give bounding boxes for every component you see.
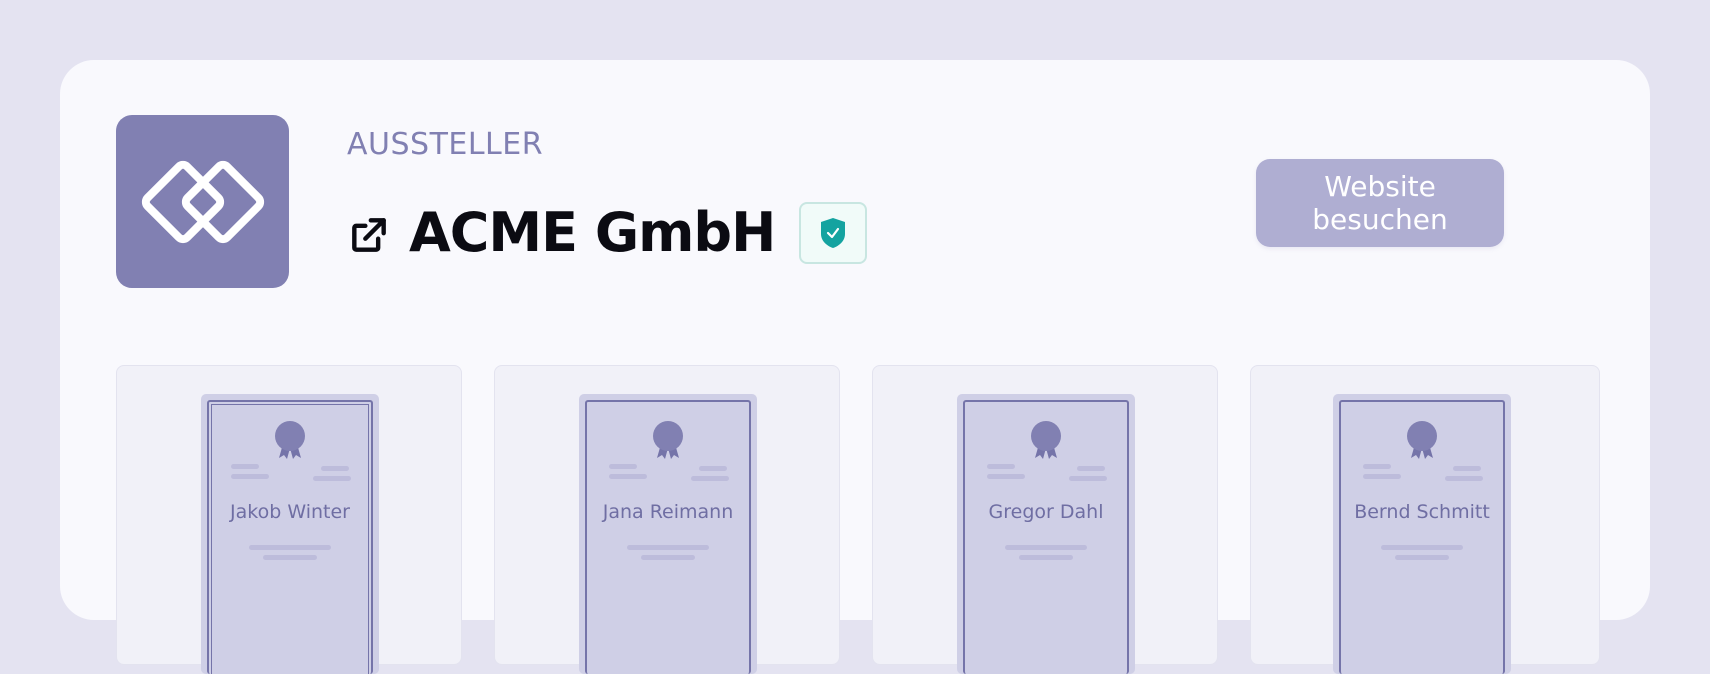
issuer-eyebrow: AUSSTELLER [347, 127, 544, 162]
certificate-grid: Jakob Winter Jana Reimann Gregor Dahl Be… [116, 365, 1600, 674]
certificate-recipient: Bernd Schmitt [1354, 501, 1490, 523]
visit-website-button[interactable]: Website besuchen [1256, 159, 1504, 247]
issuer-card: AUSSTELLER ACME GmbH Website besuchen Ja… [60, 60, 1650, 674]
certificate-preview: Bernd Schmitt [1333, 394, 1511, 674]
certificate-recipient: Gregor Dahl [988, 501, 1104, 523]
award-seal-icon [653, 421, 683, 459]
interlocked-diamonds-logo-icon [141, 160, 264, 243]
certificate-card[interactable]: Bernd Schmitt [1250, 365, 1600, 674]
certificate-card[interactable]: Gregor Dahl [872, 365, 1218, 674]
certificate-preview: Jakob Winter [201, 394, 379, 674]
certificate-recipient: Jakob Winter [230, 501, 350, 523]
certificate-card[interactable]: Jana Reimann [494, 365, 840, 674]
certificate-card[interactable]: Jakob Winter [116, 365, 462, 674]
certificate-preview: Jana Reimann [579, 394, 757, 674]
company-name[interactable]: ACME GmbH [409, 206, 776, 260]
issuer-logo [116, 115, 289, 288]
external-link-icon[interactable] [347, 213, 391, 257]
verified-badge [799, 202, 868, 264]
award-seal-icon [1407, 421, 1437, 459]
award-seal-icon [275, 421, 305, 459]
issuer-title-row: ACME GmbH [347, 198, 868, 268]
certificate-preview: Gregor Dahl [957, 394, 1135, 674]
shield-check-icon [821, 218, 846, 248]
certificate-recipient: Jana Reimann [602, 501, 734, 523]
award-seal-icon [1031, 421, 1061, 459]
